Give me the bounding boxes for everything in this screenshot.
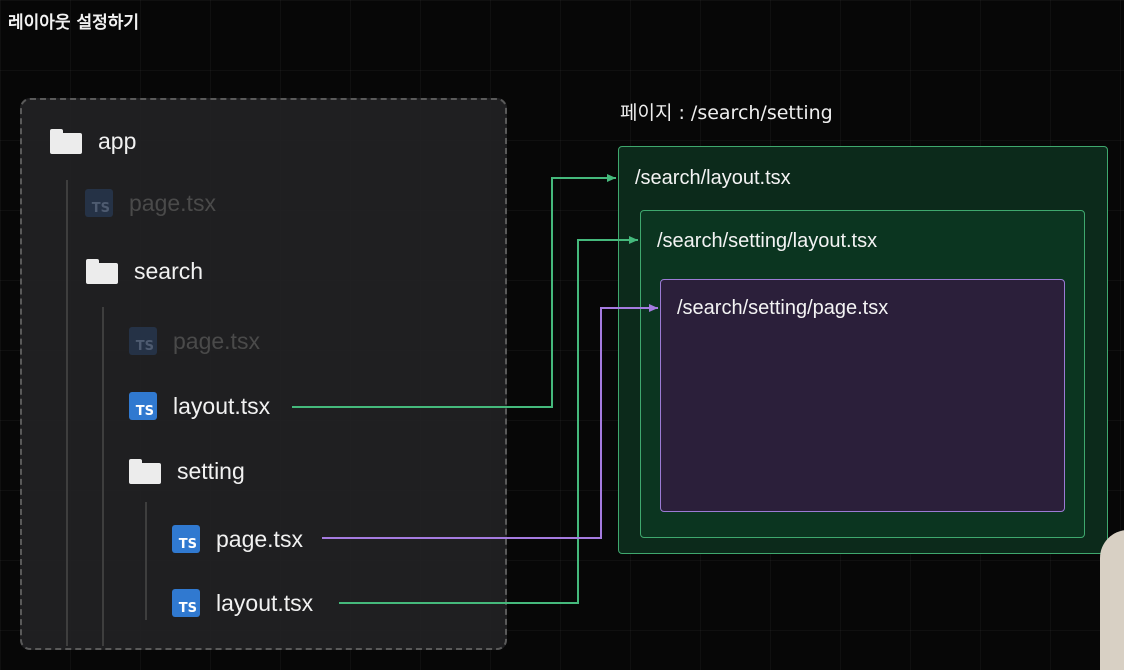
connector-arrows xyxy=(292,174,658,604)
arrow-setting-layout xyxy=(339,236,638,604)
arrow-setting-page xyxy=(322,304,658,539)
arrow-search-layout xyxy=(292,174,616,408)
presenter-avatar xyxy=(1100,530,1124,670)
